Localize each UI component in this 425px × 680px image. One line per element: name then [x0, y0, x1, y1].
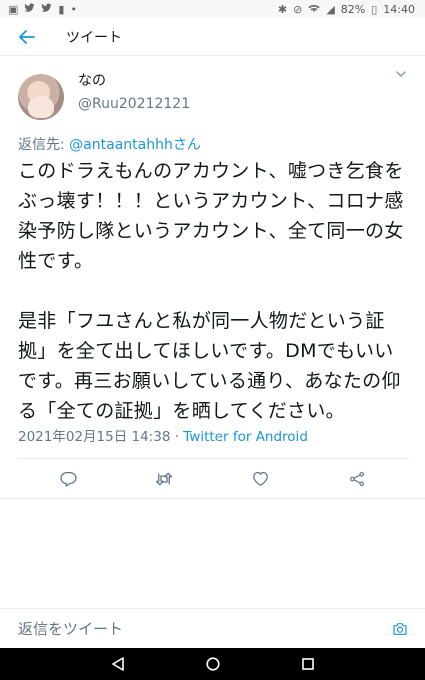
- back-arrow-icon[interactable]: [18, 28, 36, 46]
- bluetooth-icon: ✱: [277, 2, 288, 16]
- page-title: ツイート: [66, 29, 122, 46]
- reply-prefix: 返信先:: [18, 137, 70, 153]
- reply-input[interactable]: 返信をツイート: [18, 618, 123, 639]
- tweet-meta: 2021年02月15日 14:38 · Twitter for Android: [18, 428, 409, 459]
- author-row: なの @Ruu20212121: [18, 68, 409, 120]
- share-icon[interactable]: [347, 469, 367, 489]
- retweet-icon[interactable]: [154, 469, 174, 489]
- wifi-icon: [308, 3, 320, 15]
- battery-percent: 82%: [340, 2, 366, 16]
- reply-icon[interactable]: [58, 469, 78, 489]
- meta-separator: ·: [170, 429, 184, 445]
- android-nav-bar: [0, 648, 425, 680]
- mute-icon: ⊘: [293, 2, 303, 16]
- chevron-down-icon[interactable]: [393, 66, 409, 82]
- home-circle-icon[interactable]: [203, 654, 223, 674]
- back-triangle-icon[interactable]: [108, 654, 128, 674]
- battery-icon: ▯: [371, 2, 378, 16]
- tweet-actions: [0, 459, 425, 499]
- tweet-source-link[interactable]: Twitter for Android: [183, 429, 308, 445]
- reply-suffix: さん: [172, 137, 201, 153]
- status-right: ✱ ⊘ ◢ 82% ▯ 14:40: [278, 3, 415, 16]
- status-left: ▣ ▮ •: [8, 3, 77, 15]
- status-time: 14:40: [383, 2, 415, 16]
- status-bar: ▣ ▮ • ✱ ⊘ ◢ 82% ▯ 14:40: [0, 0, 425, 18]
- photo-notification-icon: ▣: [8, 2, 19, 16]
- heart-icon[interactable]: [251, 469, 271, 489]
- signal-icon: ◢: [326, 2, 335, 16]
- dot-icon: •: [70, 2, 77, 16]
- recents-square-icon[interactable]: [298, 654, 318, 674]
- reply-to-line: 返信先: @antaantahhhさん: [18, 136, 409, 154]
- app-header: ツイート: [0, 18, 425, 56]
- tweet: なの @Ruu20212121 返信先: @antaantahhhさん このドラ…: [0, 56, 425, 499]
- display-name[interactable]: なの: [78, 72, 190, 90]
- tweet-text: このドラえもんのアカウント、嘘つき乞食をぶっ壊す！！！というアカウント、コロナ感…: [18, 160, 404, 422]
- reply-composer[interactable]: 返信をツイート: [0, 608, 425, 648]
- avatar[interactable]: [18, 74, 64, 120]
- author-info: なの @Ruu20212121: [78, 72, 190, 114]
- twitter-notification-icon: [24, 3, 35, 15]
- twitter-notification-icon-2: [41, 3, 52, 15]
- user-handle[interactable]: @Ruu20212121: [78, 94, 190, 114]
- camera-icon[interactable]: [391, 620, 409, 638]
- sd-card-icon: ▮: [58, 2, 65, 16]
- tweet-timestamp: 2021年02月15日 14:38: [18, 429, 171, 445]
- reply-mention-link[interactable]: @antaantahhh: [69, 137, 173, 153]
